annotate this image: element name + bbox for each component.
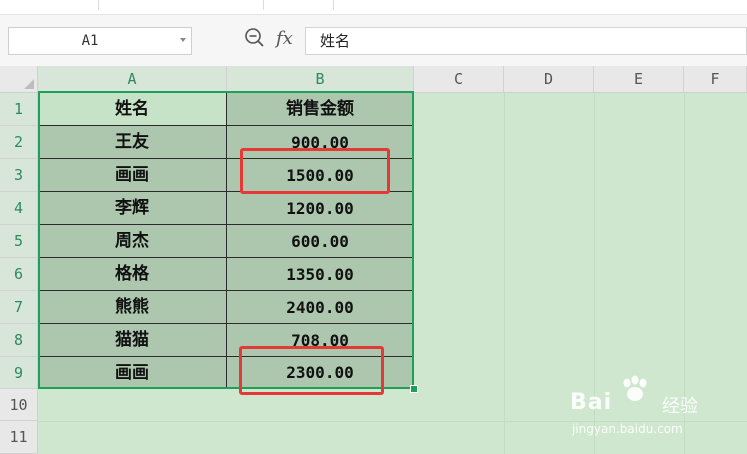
select-all-corner[interactable] bbox=[0, 66, 38, 93]
cell-a7[interactable]: 熊熊 bbox=[38, 291, 227, 324]
formula-input[interactable]: 姓名 bbox=[305, 27, 747, 55]
column-header-c[interactable]: C bbox=[414, 66, 504, 93]
fill-handle[interactable] bbox=[410, 385, 418, 393]
row-header-5[interactable]: 5 bbox=[0, 225, 38, 258]
cell-b7[interactable]: 2400.00 bbox=[227, 291, 414, 324]
name-box-value: A1 bbox=[81, 33, 99, 49]
watermark-suffix: 经验 bbox=[662, 396, 698, 417]
name-box[interactable]: A1 bbox=[8, 27, 192, 55]
row-header-11[interactable]: 11 bbox=[0, 421, 38, 454]
toolbar-segment bbox=[0, 0, 99, 10]
row-header-10[interactable]: 10 bbox=[0, 389, 38, 421]
cell-b5[interactable]: 600.00 bbox=[227, 225, 414, 258]
column-header-f[interactable]: F bbox=[684, 66, 747, 93]
cell-a5[interactable]: 周杰 bbox=[38, 225, 227, 258]
row-header-2[interactable]: 2 bbox=[0, 126, 38, 159]
column-header-e[interactable]: E bbox=[594, 66, 684, 93]
row-header-1[interactable]: 1 bbox=[0, 93, 38, 126]
toolbar-segment bbox=[263, 0, 334, 10]
cell-a9[interactable]: 画画 bbox=[38, 357, 227, 389]
watermark-url: jingyan.baidu.com bbox=[572, 422, 683, 436]
grid-line bbox=[504, 93, 505, 454]
toolbar-segment bbox=[98, 0, 264, 10]
highlight-box-1500 bbox=[240, 148, 390, 194]
fx-icon[interactable]: fx bbox=[276, 27, 300, 51]
top-toolbar-strip bbox=[0, 0, 747, 15]
cell-a8[interactable]: 猫猫 bbox=[38, 324, 227, 357]
row-header-6[interactable]: 6 bbox=[0, 258, 38, 291]
row-header-3[interactable]: 3 bbox=[0, 159, 38, 192]
cell-b4[interactable]: 1200.00 bbox=[227, 192, 414, 225]
cell-b6[interactable]: 1350.00 bbox=[227, 258, 414, 291]
highlight-box-2300 bbox=[239, 346, 384, 395]
select-all-triangle-icon bbox=[24, 79, 34, 89]
formula-value: 姓名 bbox=[320, 32, 351, 50]
zoom-out-icon[interactable] bbox=[244, 27, 266, 49]
cell-a1[interactable]: 姓名 bbox=[38, 93, 227, 126]
cell-a3[interactable]: 画画 bbox=[38, 159, 227, 192]
row-header-4[interactable]: 4 bbox=[0, 192, 38, 225]
cell-b1[interactable]: 销售金额 bbox=[227, 93, 414, 126]
cell-a6[interactable]: 格格 bbox=[38, 258, 227, 291]
row-header-8[interactable]: 8 bbox=[0, 324, 38, 357]
paw-icon bbox=[623, 375, 647, 401]
cell-a4[interactable]: 李辉 bbox=[38, 192, 227, 225]
watermark-brand: Bai bbox=[570, 390, 613, 415]
column-header-d[interactable]: D bbox=[504, 66, 594, 93]
row-header-9[interactable]: 9 bbox=[0, 357, 38, 389]
row-header-7[interactable]: 7 bbox=[0, 291, 38, 324]
column-header-b[interactable]: B bbox=[227, 66, 414, 93]
chevron-down-icon[interactable] bbox=[180, 38, 186, 42]
baidu-watermark: Bai 经验 jingyan.baidu.com bbox=[570, 372, 740, 442]
column-header-a[interactable]: A bbox=[38, 66, 227, 93]
formula-bar: A1 fx 姓名 bbox=[0, 15, 747, 67]
cell-a2[interactable]: 王友 bbox=[38, 126, 227, 159]
